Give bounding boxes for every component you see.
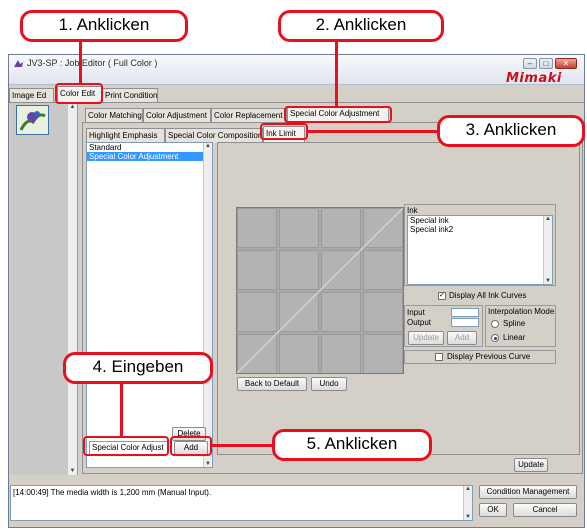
previous-curve-group: Display Previous Curve (404, 350, 556, 364)
point-add-button[interactable]: Add (447, 331, 477, 345)
thumbnail-scrollbar[interactable]: ▲ ▼ (67, 103, 77, 475)
display-previous-curve-checkbox[interactable] (435, 353, 443, 361)
ink-list-scrollbar[interactable]: ▲ ▼ (543, 216, 552, 284)
display-previous-curve-label: Display Previous Curve (447, 352, 531, 361)
log-scrollbar[interactable]: ▲ ▼ (463, 486, 472, 520)
maximize-button[interactable]: □ (539, 58, 553, 69)
highlight-ink-limit-tab (260, 123, 308, 140)
point-update-button[interactable]: Update (408, 331, 444, 345)
ink-item-special-ink[interactable]: Special ink (408, 216, 552, 225)
condition-management-button[interactable]: Condition Management (479, 485, 577, 499)
tab-print-condition[interactable]: Print Condition (102, 88, 158, 103)
callout-step5: 5. Anklicken (272, 429, 432, 461)
back-to-default-button[interactable]: Back to Default (237, 377, 307, 391)
connector-step1 (79, 40, 82, 84)
flower-thumbnail-icon (17, 106, 48, 134)
scroll-up-icon[interactable]: ▲ (544, 216, 552, 222)
tab-special-color-composition[interactable]: Special Color Composition (165, 128, 263, 143)
input-label: Input (407, 308, 425, 317)
connector-step3 (306, 130, 439, 133)
output-field[interactable] (451, 318, 479, 327)
ok-button[interactable]: OK (479, 503, 507, 517)
title-bar: JV3-SP : Job Editor ( Full Color ) – □ ✕… (9, 55, 584, 86)
minimize-button[interactable]: – (523, 58, 537, 69)
highlight-name-input (83, 436, 169, 456)
linear-radio[interactable] (491, 334, 499, 342)
log-message: [14:00:49] The media width is 1,200 mm (… (13, 488, 212, 497)
display-all-ink-curves-label: Display All Ink Curves (449, 291, 527, 300)
highlight-special-color-tab (284, 106, 392, 123)
linear-curve (237, 208, 403, 373)
ink-group: Ink Special ink Special ink2 ▲ ▼ (404, 204, 556, 286)
preset-update-button[interactable]: Update (514, 458, 548, 472)
cancel-button[interactable]: Cancel (513, 503, 577, 517)
scroll-up-icon[interactable]: ▲ (204, 143, 212, 149)
mimaki-logo: Mimaki (506, 71, 562, 86)
scroll-up-icon[interactable]: ▲ (68, 104, 77, 110)
scroll-down-icon[interactable]: ▼ (544, 278, 552, 284)
ink-list[interactable]: Special ink Special ink2 ▲ ▼ (407, 215, 553, 285)
callout-step3: 3. Anklicken (437, 115, 585, 147)
preset-list[interactable]: Standard Special Color Adjustment ▲ ▼ (86, 142, 213, 468)
preset-item-special-color-adjustment[interactable]: Special Color Adjustment (87, 152, 212, 161)
interpolation-group: Interpolation Mode Spline Linear (485, 305, 556, 347)
connector-step5 (212, 444, 273, 447)
close-button[interactable]: ✕ (555, 58, 577, 69)
spline-label: Spline (503, 319, 526, 328)
preset-item-standard[interactable]: Standard (87, 143, 212, 152)
ink-limit-curve-graph[interactable] (236, 207, 404, 374)
tab-color-adjustment[interactable]: Color Adjustment (143, 108, 211, 123)
ink-item-special-ink2[interactable]: Special ink2 (408, 225, 552, 234)
tab-highlight-emphasis[interactable]: Highlight Emphasis (86, 128, 165, 143)
input-field[interactable] (451, 308, 479, 317)
log-area: [14:00:49] The media width is 1,200 mm (… (10, 485, 473, 521)
app-icon (14, 60, 23, 67)
scroll-up-icon[interactable]: ▲ (464, 486, 472, 492)
scroll-down-icon[interactable]: ▼ (204, 461, 212, 467)
window-title: JV3-SP : Job Editor ( Full Color ) (27, 58, 158, 68)
connector-step4 (120, 384, 123, 436)
spline-radio[interactable] (491, 320, 499, 328)
connector-step2 (335, 41, 338, 107)
tab-color-replacement[interactable]: Color Replacement (211, 108, 287, 123)
thumbnail-image[interactable] (16, 105, 49, 135)
linear-label: Linear (503, 333, 526, 342)
tab-color-matching[interactable]: Color Matching (85, 108, 143, 123)
ink-label: Ink (407, 206, 418, 215)
interpolation-label: Interpolation Mode (488, 307, 555, 316)
output-label: Output (407, 318, 432, 327)
highlight-add-button (170, 436, 212, 456)
preset-list-scrollbar[interactable]: ▲ ▼ (203, 143, 212, 467)
display-all-ink-curves-checkbox[interactable]: ✓ (438, 292, 446, 300)
scroll-down-icon[interactable]: ▼ (464, 514, 472, 520)
undo-button[interactable]: Undo (311, 377, 347, 391)
callout-step1: 1. Anklicken (20, 10, 188, 42)
point-group: Input Output Update Add (404, 305, 483, 347)
callout-step4: 4. Eingeben (63, 352, 213, 384)
scroll-down-icon[interactable]: ▼ (68, 468, 77, 474)
callout-step2: 2. Anklicken (278, 10, 444, 42)
tab-image-edit[interactable]: Image Ed (9, 88, 54, 103)
highlight-color-edit-tab (55, 83, 103, 104)
